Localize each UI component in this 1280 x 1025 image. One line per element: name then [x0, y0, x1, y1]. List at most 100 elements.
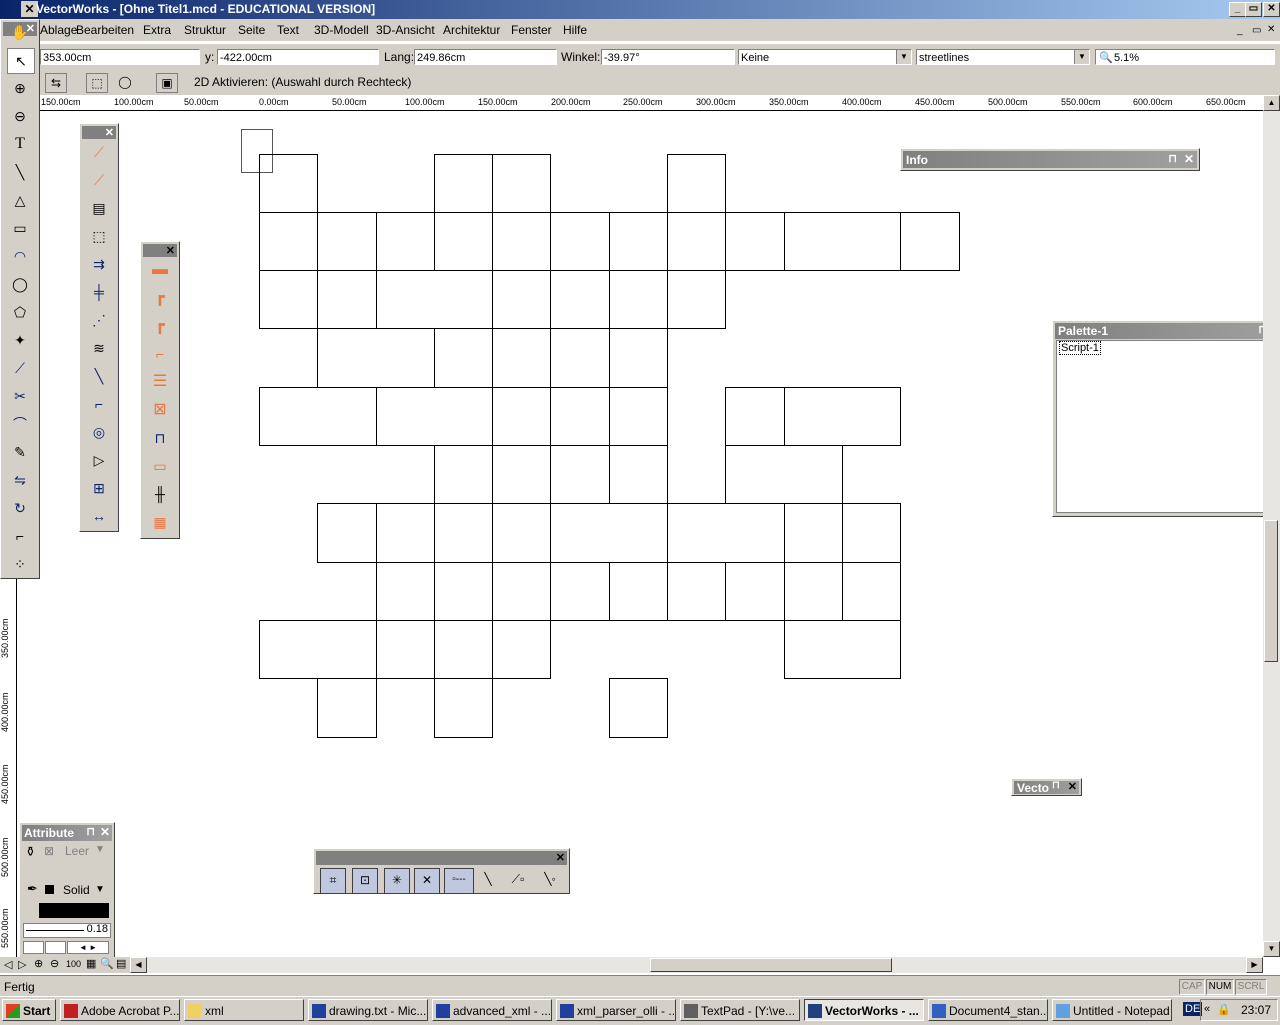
zoom-100[interactable]: 100	[66, 959, 81, 969]
menu-3d-ansicht[interactable]: 3D-Ansicht	[376, 23, 435, 37]
tray-expand-icon[interactable]: «	[1204, 1003, 1210, 1015]
wall-corner-icon[interactable]: ┏	[147, 286, 173, 310]
basin-icon[interactable]: ⊓	[147, 426, 173, 450]
next-view-icon[interactable]: ▷	[18, 958, 26, 971]
menu-text[interactable]: Text	[277, 23, 299, 37]
task-advanced-xml[interactable]: advanced_xml - ...	[432, 999, 552, 1021]
chevron-down-icon[interactable]: ▼	[95, 844, 105, 855]
vertical-scroll-thumb[interactable]	[1264, 520, 1278, 662]
duplicate-array-icon[interactable]: ⇉	[86, 252, 112, 276]
chevron-down-icon[interactable]: ▼	[95, 884, 105, 895]
close-icon[interactable]: ✕	[556, 851, 565, 864]
measure-icon[interactable]: ↔	[86, 504, 112, 528]
maximize-button[interactable]: ▭	[1245, 2, 1262, 17]
menu-extra[interactable]: Extra	[143, 23, 171, 37]
arrow-end-button[interactable]	[45, 941, 66, 954]
grid-tool-icon[interactable]: ⊞	[86, 476, 112, 500]
menu-bearbeiten[interactable]: Bearbeiten	[76, 23, 134, 37]
snap-distance-icon[interactable]: ▫---	[444, 868, 474, 894]
horizontal-scrollbar[interactable]: ◀ ▶	[130, 957, 1263, 973]
scroll-left-icon[interactable]: ◀	[130, 957, 147, 973]
drawing-canvas[interactable]	[17, 111, 1263, 957]
menu-struktur[interactable]: Struktur	[184, 23, 226, 37]
dimension-icon[interactable]: ⌐	[86, 392, 112, 416]
snap-center-icon[interactable]: ╲◦	[538, 868, 562, 892]
locus-tool-icon[interactable]: ✦	[7, 328, 33, 352]
pin-icon[interactable]: ⊓	[1052, 781, 1060, 791]
scroll-down-icon[interactable]: ▼	[1263, 941, 1280, 957]
doc-minimize-button[interactable]: _	[1237, 25, 1243, 36]
marquee-icon[interactable]: ⬚	[86, 224, 112, 248]
snap-angle-icon[interactable]: ✳	[384, 868, 410, 894]
arrowhead-icon[interactable]: ◄ ►	[67, 941, 109, 954]
task-vectorworks[interactable]: VectorWorks - ...	[804, 999, 924, 1021]
line-tool-icon[interactable]: ╲	[7, 160, 33, 184]
scroll-up-icon[interactable]: ▲	[1263, 95, 1280, 111]
previous-view-icon[interactable]: ◁	[4, 958, 12, 971]
wall-add-icon[interactable]: ⟋	[86, 140, 112, 164]
snap-intersection-icon[interactable]: ✕	[414, 868, 440, 894]
zoom-field[interactable]: 🔍 5.1%	[1095, 49, 1275, 65]
zoom-in-icon[interactable]: ⊕	[34, 957, 43, 970]
menu-fenster[interactable]: Fenster	[511, 23, 552, 37]
hatch-icon[interactable]: ≋	[86, 336, 112, 360]
snap-edge-icon[interactable]: ⟋▫	[506, 868, 530, 892]
symbol-icon[interactable]: ▤	[86, 196, 112, 220]
task-xml-folder[interactable]: xml	[184, 999, 304, 1021]
zoom-out-icon[interactable]: ⊖	[50, 957, 59, 970]
menu-architektur[interactable]: Architektur	[443, 23, 500, 37]
snap-tool-icon[interactable]: ⁘	[7, 552, 33, 576]
triangle-tool-icon[interactable]: △	[7, 188, 33, 212]
script-item[interactable]: Script-1	[1059, 341, 1101, 355]
menu-hilfe[interactable]: Hilfe	[563, 23, 587, 37]
task-document4[interactable]: Document4_stan...	[928, 999, 1048, 1021]
close-button[interactable]: ✕	[1263, 2, 1280, 17]
rectangle-tool-icon[interactable]: ▭	[7, 216, 33, 240]
selection-arrow-icon[interactable]: ↖	[7, 48, 35, 74]
task-textpad[interactable]: TextPad - [Y:\ve...	[680, 999, 800, 1021]
column-icon[interactable]: ⊠	[147, 398, 173, 422]
trim-tool-icon[interactable]: ✂	[7, 384, 33, 408]
task-drawing-txt[interactable]: drawing.txt - Mic...	[308, 999, 428, 1021]
text-tool-icon[interactable]: T	[7, 132, 33, 156]
pan-hand-icon[interactable]: ✋	[7, 20, 33, 44]
fill-bucket-icon[interactable]: ⚱	[25, 844, 36, 860]
angle-field[interactable]: -39.97°	[601, 49, 735, 65]
line-weight-selector[interactable]: 0.18	[23, 923, 111, 938]
close-icon[interactable]: ✕	[1184, 152, 1194, 166]
task-notepad[interactable]: Untitled - Notepad	[1052, 999, 1172, 1021]
pen-color-swatch[interactable]	[45, 885, 54, 894]
window-object-icon[interactable]: ▭	[147, 454, 173, 478]
x-field[interactable]: 353.00cm	[40, 49, 200, 65]
pin-icon[interactable]: ⊓	[86, 825, 95, 838]
pen-icon[interactable]: ✒	[27, 881, 38, 897]
table-object-icon[interactable]: ▬	[147, 258, 173, 282]
rectangle-select-icon[interactable]: ⬚	[86, 73, 108, 93]
zoom-out-icon[interactable]: ⊖	[7, 104, 33, 128]
close-icon[interactable]: ✕	[166, 244, 175, 257]
length-field[interactable]: 249.86cm	[414, 49, 557, 65]
menu-3d-modell[interactable]: 3D-Modell	[314, 23, 369, 37]
align-icon[interactable]: ╪	[86, 280, 112, 304]
railing-icon[interactable]: ╫	[147, 482, 173, 506]
horizontal-scroll-thumb[interactable]	[650, 958, 892, 972]
pin-icon[interactable]: ⊓	[1168, 152, 1177, 165]
stair-icon[interactable]: ☰	[147, 370, 173, 394]
task-xml-parser[interactable]: xml_parser_olli - ...	[556, 999, 676, 1021]
offset-tool-icon[interactable]: ⌐	[7, 524, 33, 548]
mode-2d-select-icon[interactable]: ⇆	[45, 73, 67, 93]
page-icon[interactable]: ▤	[116, 957, 126, 970]
snap-object-icon[interactable]: ⊡	[352, 868, 378, 894]
snap-grid-icon[interactable]: ⌗	[320, 868, 346, 894]
fillet-tool-icon[interactable]: ⌒	[7, 412, 33, 436]
class-select[interactable]: Keine ▼	[738, 49, 912, 65]
start-button[interactable]: Start	[2, 999, 56, 1021]
oval-tool-icon[interactable]: ◯	[7, 272, 33, 296]
door-icon[interactable]: ⌐	[147, 342, 173, 366]
eyedropper-icon[interactable]: ✎	[7, 440, 33, 464]
chevron-down-icon[interactable]: ▼	[1074, 50, 1089, 64]
doc-restore-button[interactable]: ▭	[1252, 25, 1261, 36]
polygon-tool-icon[interactable]: ⬠	[7, 300, 33, 324]
diagonal-line-icon[interactable]: ╲	[86, 364, 112, 388]
wedge-icon[interactable]: ▷	[86, 448, 112, 472]
